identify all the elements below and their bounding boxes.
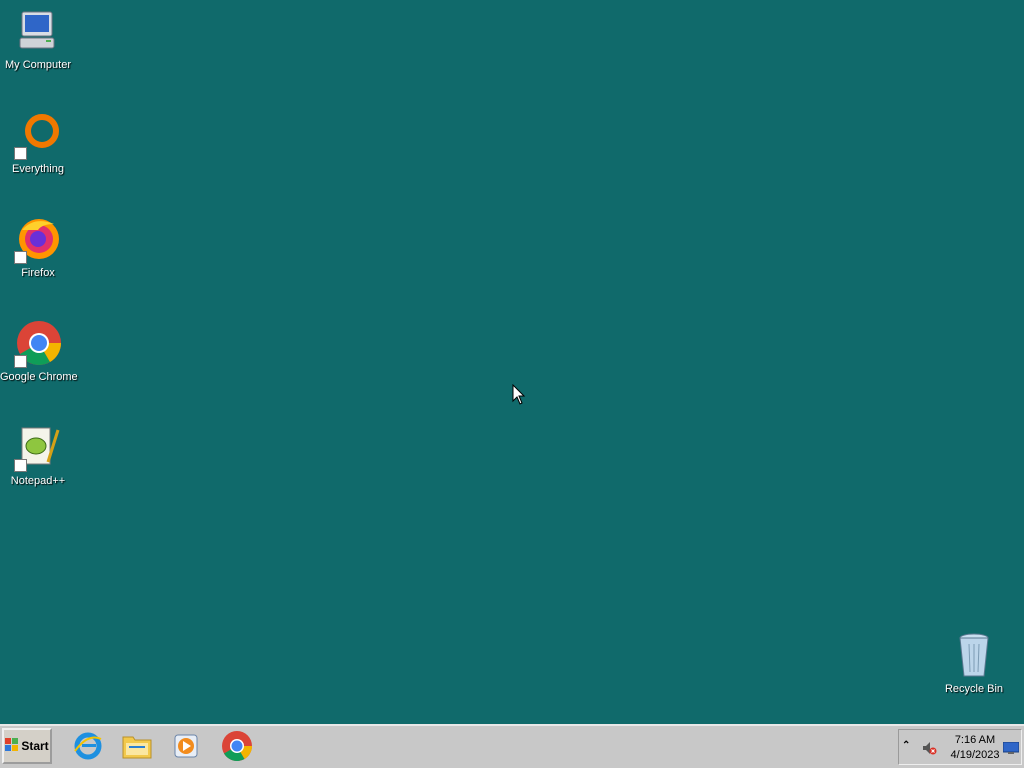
- show-hidden-icons-icon[interactable]: ⌃: [902, 740, 910, 751]
- my-computer-icon: [14, 8, 62, 56]
- recycle-bin-icon: [950, 632, 998, 680]
- desktop-icon-label: Everything: [12, 163, 64, 175]
- desktop-icon-label: Firefox: [21, 267, 55, 279]
- media-player-icon: [171, 731, 201, 766]
- desktop-icon-my-computer[interactable]: My Computer: [0, 8, 76, 72]
- folder-icon: [121, 731, 153, 766]
- everything-icon: [14, 112, 62, 160]
- internet-explorer-icon: [73, 731, 103, 766]
- desktop-icon-google-chrome[interactable]: Google Chrome: [0, 320, 78, 384]
- desktop-icon-label: Recycle Bin: [944, 683, 1004, 695]
- start-label: Start: [21, 739, 49, 753]
- volume-muted-icon[interactable]: [921, 740, 937, 761]
- taskbar-media-player-button[interactable]: [168, 730, 204, 766]
- desktop-icon-label: My Computer: [4, 59, 72, 71]
- desktop-icon-notepadpp[interactable]: Notepad++: [0, 424, 76, 488]
- firefox-icon: [14, 216, 62, 264]
- start-button[interactable]: Start: [2, 728, 52, 764]
- shortcut-arrow-icon: [14, 459, 27, 472]
- show-desktop-icon[interactable]: [1002, 741, 1020, 759]
- notification-area: ⌃ 7:16 AM 4/19/2023: [898, 729, 1022, 765]
- desktop-icon-label: Google Chrome: [0, 371, 78, 383]
- shortcut-arrow-icon: [14, 355, 27, 368]
- notepadpp-icon: [14, 424, 62, 472]
- chrome-icon: [221, 730, 253, 767]
- mouse-pointer-icon: [512, 383, 526, 411]
- clock-time: 7:16 AM: [954, 734, 996, 746]
- taskbar-internet-explorer-button[interactable]: [70, 730, 106, 766]
- desktop[interactable]: My Computer Everything Firefox Google Ch…: [0, 0, 1024, 724]
- desktop-icon-label: Notepad++: [10, 475, 66, 487]
- desktop-icon-firefox[interactable]: Firefox: [0, 216, 76, 280]
- shortcut-arrow-icon: [14, 251, 27, 264]
- clock-date: 4/19/2023: [950, 749, 1000, 761]
- clock[interactable]: 7:16 AM 4/19/2023: [947, 733, 1003, 763]
- taskbar-explorer-button[interactable]: [119, 730, 155, 766]
- desktop-icon-everything[interactable]: Everything: [0, 112, 76, 176]
- google-chrome-icon: [14, 320, 62, 368]
- taskbar: Start ⌃ 7:16 AM 4/19/2023: [0, 724, 1024, 768]
- desktop-icon-recycle-bin[interactable]: Recycle Bin: [936, 632, 1012, 696]
- shortcut-arrow-icon: [14, 147, 27, 160]
- taskbar-chrome-button[interactable]: [219, 730, 255, 766]
- windows-logo-icon: [5, 737, 19, 755]
